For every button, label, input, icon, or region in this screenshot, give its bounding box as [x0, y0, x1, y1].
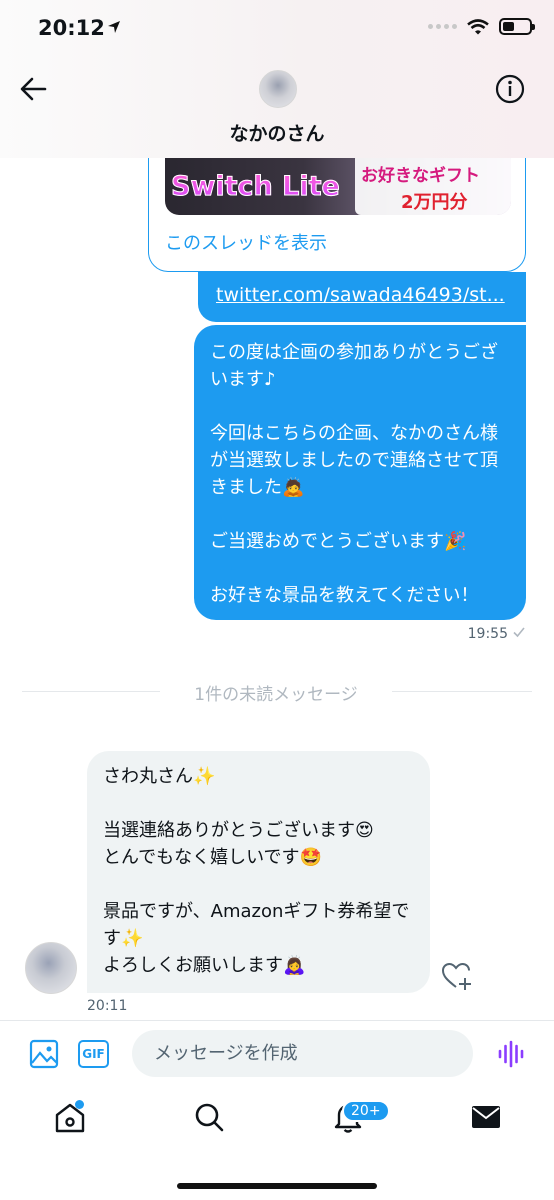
- heart-plus-icon[interactable]: [441, 961, 473, 991]
- received-message-text: さわ丸さん✨: [103, 766, 216, 787]
- composer-divider: [0, 1020, 554, 1021]
- received-message-text: 当選連絡ありがとうございます😍: [103, 820, 374, 841]
- received-message-text: 景品ですが、Amazonギフト券希望です✨: [103, 901, 410, 949]
- unread-divider: 1件の未読メッセージ: [22, 680, 532, 705]
- mail-icon[interactable]: [469, 1100, 503, 1134]
- status-time: 20:12: [38, 16, 105, 40]
- switch-lite-text: Switch Lite: [171, 171, 341, 203]
- link-message-bubble[interactable]: twitter.com/sawada46493/st...: [198, 272, 526, 322]
- sent-message-text: ご当選おめでとうございます🎉: [210, 531, 467, 552]
- gift-amount-text: 2万円分: [401, 192, 468, 213]
- home-indicator: [177, 1183, 377, 1189]
- sent-timestamp: 19:55: [467, 626, 508, 642]
- gift-text: お好きなギフト: [361, 166, 480, 186]
- unread-divider-label: 1件の未読メッセージ: [194, 685, 358, 705]
- location-arrow-icon: [108, 21, 120, 33]
- search-icon[interactable]: [192, 1100, 226, 1134]
- info-icon[interactable]: [495, 74, 525, 104]
- header-avatar[interactable]: [259, 70, 297, 108]
- message-input[interactable]: [132, 1030, 473, 1077]
- status-icons: [428, 18, 535, 35]
- conversation-title: なかのさん: [229, 123, 325, 145]
- image-icon[interactable]: [29, 1039, 59, 1069]
- home-unread-dot: [75, 1100, 84, 1109]
- signal-icon: [428, 24, 457, 29]
- sent-message-text: お好きな景品を教えてください！: [210, 585, 479, 606]
- sent-message-text: この度は企画の参加ありがとうございます♪: [210, 342, 498, 390]
- wifi-icon: [467, 18, 489, 34]
- back-arrow-icon[interactable]: [18, 75, 48, 103]
- sent-message-bubble: この度は企画の参加ありがとうございます♪ 今回はこちらの企画、なかのさん様が当選…: [194, 325, 526, 620]
- sender-avatar[interactable]: [25, 942, 77, 994]
- received-message-bubble: さわ丸さん✨ 当選連絡ありがとうございます😍 とんでもなく嬉しいです🤩 景品です…: [87, 751, 430, 993]
- view-thread-link[interactable]: このスレッドを表示: [165, 229, 327, 255]
- gif-button[interactable]: GIF: [78, 1040, 109, 1068]
- received-message-text: とんでもなく嬉しいです🤩: [103, 847, 322, 868]
- received-timestamp: 20:11: [87, 998, 128, 1014]
- received-message-text: よろしくお願いします🙇‍♀️: [103, 955, 306, 976]
- battery-icon: [499, 18, 535, 35]
- checkmark-icon: [513, 627, 525, 638]
- notifications-badge: 20+: [342, 1100, 390, 1122]
- voice-icon[interactable]: [497, 1040, 525, 1068]
- sent-message-text: 今回はこちらの企画、なかのさん様が当選致しましたので連絡させて頂きました🙇: [210, 423, 498, 498]
